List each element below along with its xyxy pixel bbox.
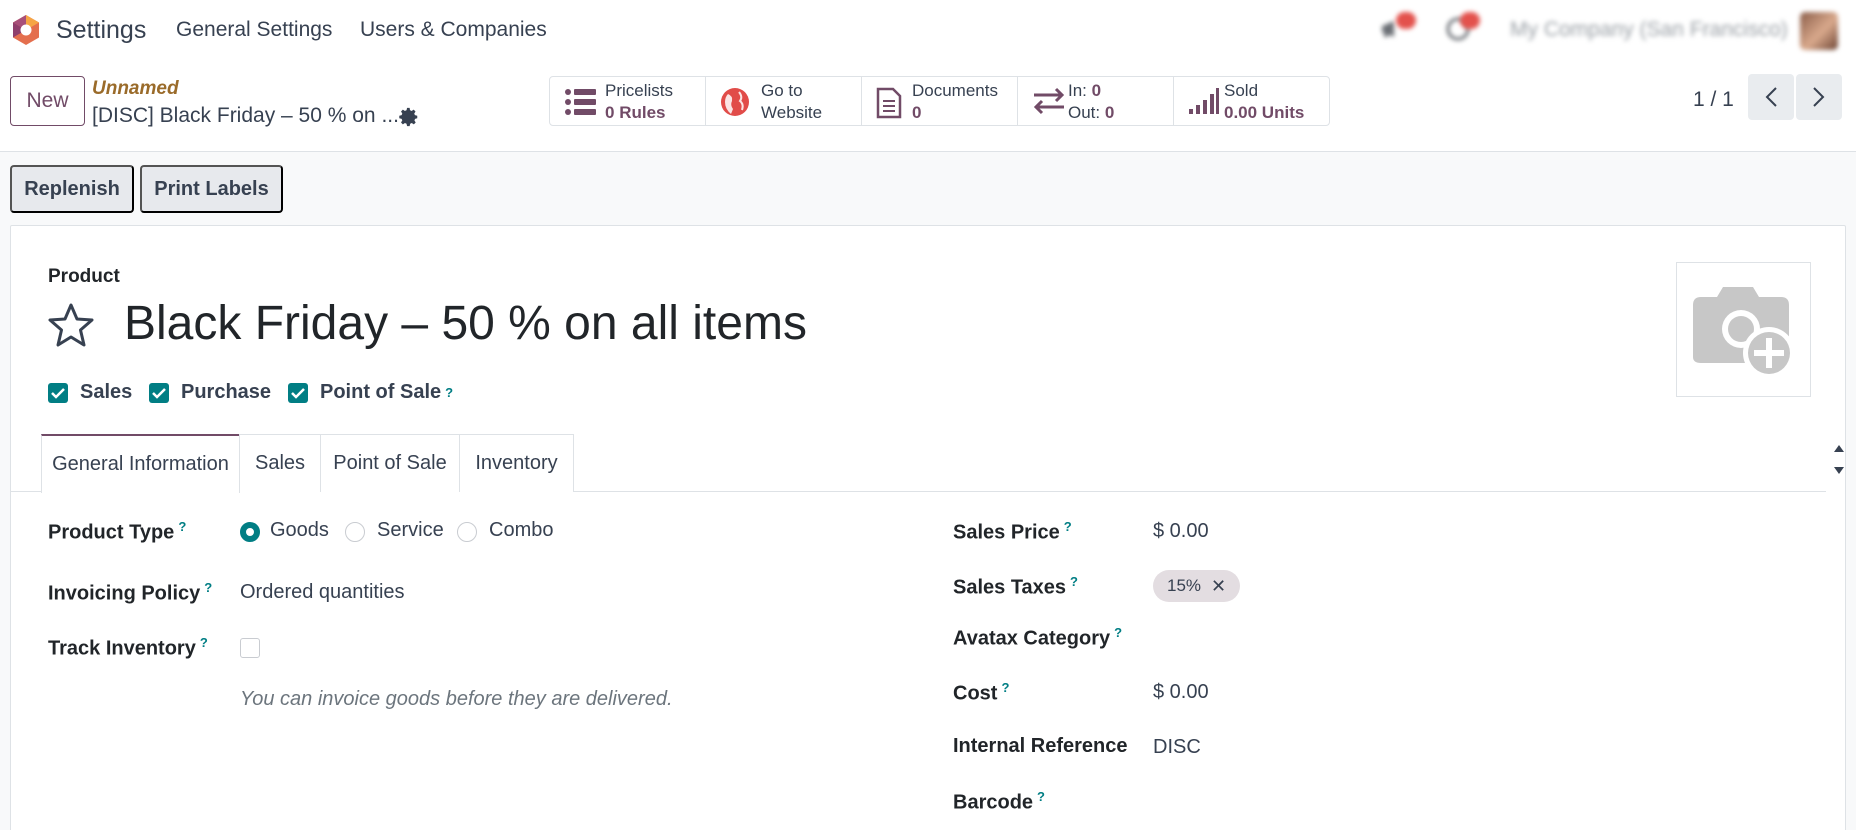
- tabs-scroll-arrows-icon[interactable]: [1833, 441, 1845, 481]
- pricelists-label: Pricelists: [605, 81, 674, 100]
- star-icon[interactable]: [47, 302, 95, 348]
- remove-tag-icon[interactable]: ✕: [1211, 576, 1226, 597]
- sold-button[interactable]: Sold 0.00 Units: [1174, 77, 1329, 125]
- internal-reference-label: Internal Reference: [953, 735, 1128, 757]
- out-count: Out: 0: [1068, 103, 1115, 122]
- pricelists-count: 0 Rules: [605, 103, 666, 122]
- help-icon[interactable]: ?: [1114, 625, 1122, 640]
- product-image-upload[interactable]: [1676, 262, 1811, 397]
- help-icon[interactable]: ?: [1037, 789, 1045, 804]
- pos-checkbox[interactable]: Point of Sale ?: [288, 381, 453, 404]
- form-sheet: Product Black Friday – 50 % on all items…: [10, 225, 1846, 830]
- help-icon[interactable]: ?: [200, 635, 208, 650]
- help-icon[interactable]: ?: [1070, 574, 1078, 589]
- sold-label: Sold: [1224, 81, 1259, 100]
- menu-general-settings[interactable]: General Settings: [176, 18, 332, 42]
- activity-badge: [1460, 12, 1480, 29]
- avatax-category-label: Avatax Category?: [953, 625, 1123, 650]
- radio-service[interactable]: [345, 522, 365, 542]
- radio-combo[interactable]: [457, 522, 477, 542]
- barcode-label: Barcode?: [953, 789, 1045, 814]
- tab-sales[interactable]: Sales: [239, 434, 321, 492]
- camera-add-icon: [1693, 287, 1795, 379]
- odoo-logo-icon[interactable]: [10, 14, 42, 46]
- breadcrumb-parent[interactable]: Unnamed: [92, 78, 179, 100]
- documents-label: Documents: [912, 81, 998, 100]
- website-label-1: Go to: [761, 81, 803, 100]
- documents-button[interactable]: Documents 0: [862, 77, 1018, 125]
- in-out-button[interactable]: In: 0 Out: 0: [1018, 77, 1174, 125]
- invoicing-hint: You can invoice goods before they are de…: [240, 688, 673, 710]
- pager-counter[interactable]: 1 / 1: [1693, 88, 1734, 112]
- track-inventory-label: Track Inventory?: [48, 635, 208, 660]
- pager-previous-button[interactable]: [1748, 74, 1794, 120]
- sales-taxes-label: Sales Taxes?: [953, 574, 1078, 599]
- checkbox-checked-icon: [149, 382, 169, 403]
- help-icon[interactable]: ?: [204, 580, 212, 595]
- notification-badge: [1396, 12, 1416, 29]
- internal-reference-input[interactable]: DISC: [1153, 736, 1201, 759]
- app-name[interactable]: Settings: [56, 16, 146, 45]
- go-to-website-button[interactable]: Go to Website: [706, 77, 862, 125]
- control-panel: New Unnamed [DISC] Black Friday – 50 % o…: [0, 62, 1856, 152]
- smart-buttons: Pricelists 0 Rules Go to Website Documen…: [549, 76, 1330, 126]
- sold-value: 0.00 Units: [1224, 103, 1305, 122]
- documents-count: 0: [912, 103, 922, 122]
- tax-tag-label: 15%: [1167, 576, 1202, 595]
- radio-combo-label[interactable]: Combo: [489, 519, 553, 542]
- avatax-category-input[interactable]: [1153, 622, 1653, 652]
- tab-inventory[interactable]: Inventory: [459, 434, 574, 492]
- globe-icon: [721, 88, 749, 116]
- tax-tag[interactable]: 15% ✕: [1153, 570, 1241, 602]
- document-icon: [876, 87, 902, 119]
- top-navbar: Settings General Settings Users & Compan…: [0, 0, 1856, 62]
- radio-goods-label[interactable]: Goods: [270, 519, 329, 542]
- help-icon[interactable]: ?: [178, 519, 186, 534]
- purchase-checkbox[interactable]: Purchase: [149, 381, 271, 404]
- help-icon[interactable]: ?: [1001, 680, 1009, 695]
- product-label: Product: [48, 266, 120, 287]
- product-name[interactable]: Black Friday – 50 % on all items: [124, 296, 807, 351]
- track-inventory-checkbox[interactable]: [240, 638, 260, 658]
- sales-price-input[interactable]: $ 0.00: [1153, 520, 1209, 543]
- help-icon[interactable]: ?: [1064, 519, 1072, 534]
- pricelists-button[interactable]: Pricelists 0 Rules: [550, 77, 706, 125]
- signal-bars-icon: [1189, 88, 1219, 114]
- sales-price-label: Sales Price?: [953, 519, 1072, 544]
- cost-label: Cost?: [953, 680, 1010, 705]
- print-labels-button[interactable]: Print Labels: [140, 165, 283, 213]
- help-icon[interactable]: ?: [445, 385, 453, 400]
- gear-icon[interactable]: [398, 106, 420, 128]
- menu-users-companies[interactable]: Users & Companies: [360, 18, 547, 42]
- invoicing-policy-label: Invoicing Policy?: [48, 580, 213, 605]
- in-count: In: 0: [1068, 81, 1102, 100]
- sales-checkbox[interactable]: Sales: [48, 381, 132, 404]
- notebook-tabs: General Information Sales Point of Sale …: [11, 434, 1826, 493]
- purchase-flag-label: Purchase: [181, 381, 272, 403]
- pos-flag-label: Point of Sale: [320, 381, 442, 403]
- tab-general-information[interactable]: General Information: [41, 434, 240, 493]
- new-button[interactable]: New: [10, 76, 85, 126]
- checkbox-checked-icon: [288, 382, 308, 403]
- chevron-left-icon: [1765, 87, 1777, 107]
- user-avatar[interactable]: [1800, 12, 1838, 50]
- radio-goods[interactable]: [240, 522, 260, 542]
- pager-next-button[interactable]: [1796, 74, 1842, 120]
- cost-input[interactable]: $ 0.00: [1153, 681, 1209, 704]
- sales-flag-label: Sales: [80, 381, 133, 403]
- barcode-input[interactable]: [1153, 786, 1653, 816]
- list-icon: [565, 89, 596, 115]
- tab-point-of-sale[interactable]: Point of Sale: [320, 434, 460, 492]
- invoicing-policy-select[interactable]: Ordered quantities: [240, 581, 405, 604]
- radio-service-label[interactable]: Service: [377, 519, 444, 542]
- website-label-2: Website: [761, 103, 823, 122]
- transfer-arrows-icon: [1033, 87, 1065, 115]
- replenish-button[interactable]: Replenish: [10, 165, 134, 213]
- checkbox-checked-icon: [48, 382, 68, 403]
- product-type-label: Product Type?: [48, 519, 187, 544]
- breadcrumb-current: [DISC] Black Friday – 50 % on ...: [92, 104, 399, 127]
- chevron-right-icon: [1813, 87, 1825, 107]
- company-switcher[interactable]: My Company (San Francisco): [1510, 18, 1788, 42]
